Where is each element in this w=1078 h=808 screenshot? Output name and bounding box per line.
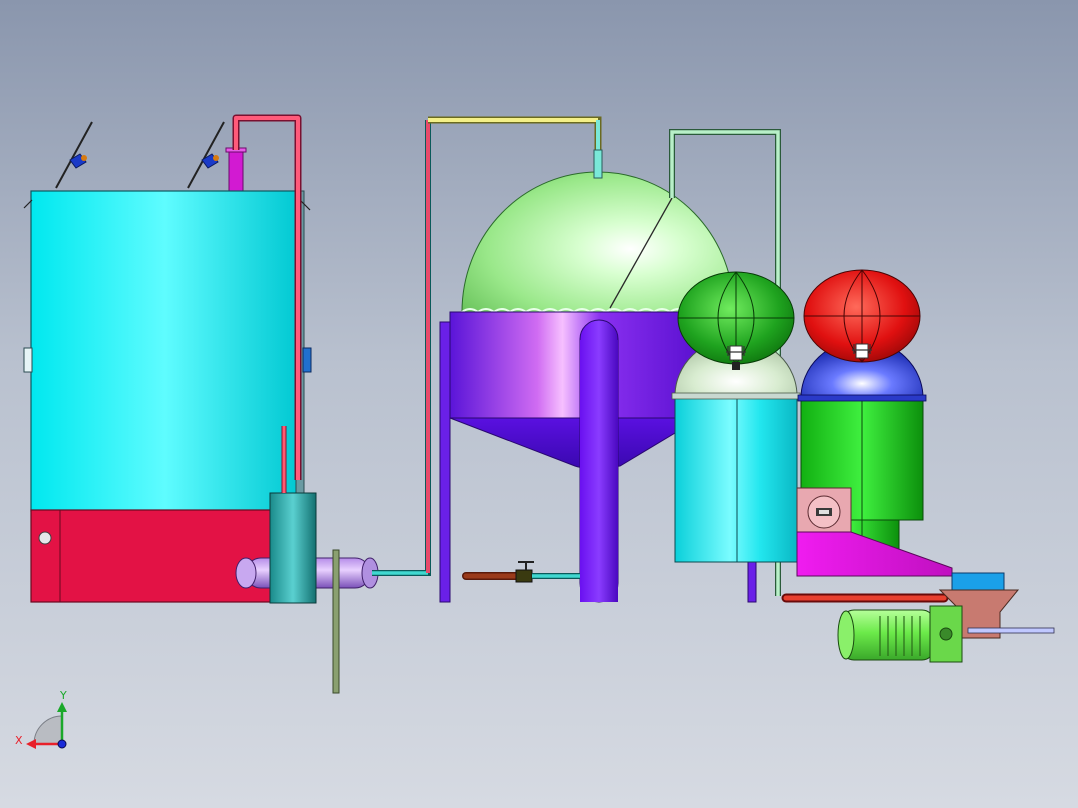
axis-triad: Y X xyxy=(15,689,67,749)
pipe-yellow xyxy=(428,116,602,170)
tank-body xyxy=(30,190,300,512)
magenta-stub xyxy=(228,147,244,192)
valve-line[interactable] xyxy=(462,561,580,583)
axis-y-label: Y xyxy=(59,689,67,702)
assembly-scene: Y X xyxy=(15,114,1055,749)
motor[interactable] xyxy=(837,572,1055,663)
drain-port xyxy=(38,531,52,545)
top-valve-left xyxy=(55,121,93,189)
cad-viewport[interactable]: Y X xyxy=(0,0,1078,808)
red-sphere[interactable] xyxy=(803,269,921,363)
axis-x-label: X xyxy=(15,734,23,747)
pipe-teal-link xyxy=(372,120,431,576)
cyan-tank[interactable] xyxy=(671,337,801,603)
left-tank[interactable] xyxy=(23,121,312,603)
control-box[interactable] xyxy=(796,487,852,535)
top-valve-right xyxy=(187,121,225,189)
